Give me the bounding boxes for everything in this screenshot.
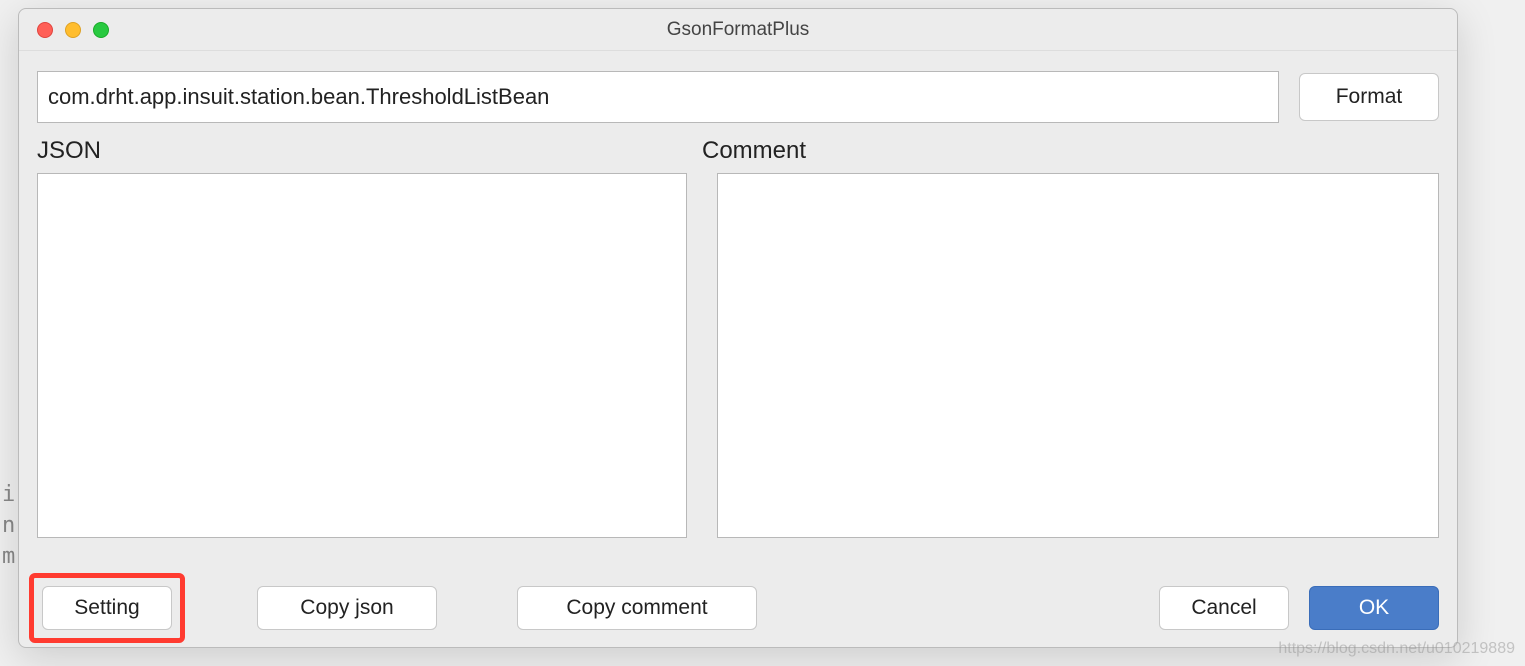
maximize-icon[interactable]: [93, 22, 109, 38]
top-row: Format: [37, 71, 1439, 123]
format-button[interactable]: Format: [1299, 73, 1439, 121]
copy-json-button[interactable]: Copy json: [257, 586, 437, 630]
dialog-content: Format JSON Comment Setting Copy json Co…: [19, 51, 1457, 647]
window-title: GsonFormatPlus: [19, 19, 1457, 41]
setting-highlight-box: Setting: [29, 573, 185, 643]
textareas-row: [37, 173, 1439, 561]
titlebar: GsonFormatPlus: [19, 9, 1457, 51]
window-controls: [19, 22, 109, 38]
comment-label: Comment: [702, 137, 806, 165]
background-editor-text: i n m: [2, 480, 15, 572]
copy-comment-button[interactable]: Copy comment: [517, 586, 757, 630]
json-label: JSON: [37, 137, 702, 165]
bottom-left-buttons: Setting Copy json Copy comment: [37, 581, 757, 635]
ok-button[interactable]: OK: [1309, 586, 1439, 630]
class-name-input[interactable]: [37, 71, 1279, 123]
close-icon[interactable]: [37, 22, 53, 38]
minimize-icon[interactable]: [65, 22, 81, 38]
setting-button[interactable]: Setting: [42, 586, 172, 630]
json-textarea[interactable]: [37, 173, 687, 538]
labels-row: JSON Comment: [37, 137, 1439, 165]
cancel-button[interactable]: Cancel: [1159, 586, 1289, 630]
comment-textarea[interactable]: [717, 173, 1439, 538]
bottom-row: Setting Copy json Copy comment Cancel OK: [37, 577, 1439, 635]
gsonformat-dialog: GsonFormatPlus Format JSON Comment Setti…: [18, 8, 1458, 648]
